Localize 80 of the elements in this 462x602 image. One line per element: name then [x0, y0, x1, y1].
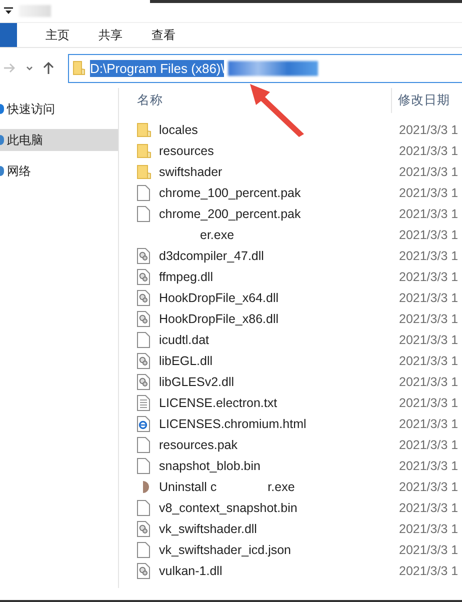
text-file-icon: [137, 394, 150, 410]
file-name[interactable]: HookDropFile_x86.dll: [159, 312, 279, 326]
date-cell: 2021/3/3 1: [399, 416, 458, 430]
file-name[interactable]: er.exe: [200, 228, 234, 242]
file-icon: [137, 206, 150, 222]
file-icon: [137, 458, 150, 474]
date-cell: 2021/3/3 1: [399, 522, 458, 536]
address-bar[interactable]: D:\Program Files (x86)\: [68, 54, 462, 82]
gear-file-icon: [137, 374, 150, 390]
ribbon-tab[interactable]: 查看: [137, 26, 190, 44]
date-cell: 2021/3/3 1: [399, 374, 458, 388]
file-name[interactable]: chrome_200_percent.pak: [159, 206, 301, 220]
file-name[interactable]: swiftshader: [159, 164, 222, 178]
date-cell: 2021/3/3 1: [399, 542, 458, 556]
file-icon: [137, 332, 150, 348]
file-name[interactable]: libGLESv2.dll: [159, 374, 234, 388]
date-cell: 2021/3/3 1: [399, 122, 458, 136]
date-cell: 2021/3/3 1: [399, 206, 458, 220]
folder-icon: [73, 60, 85, 76]
gear-file-icon: [137, 268, 150, 284]
file-icon: [137, 436, 150, 452]
date-cell: 2021/3/3 1: [399, 228, 458, 242]
up-arrow-icon[interactable]: [43, 62, 54, 74]
file-icon: [137, 500, 150, 516]
file-name[interactable]: vk_swiftshader_icd.json: [159, 542, 292, 556]
file-name[interactable]: vulkan-1.dll: [159, 564, 222, 578]
gear-file-icon: [137, 248, 150, 264]
file-name[interactable]: locales: [159, 122, 198, 136]
file-name[interactable]: LICENSES.chromium.html: [159, 416, 306, 430]
file-name[interactable]: ffmpeg.dll: [159, 270, 213, 284]
folder-icon: [137, 122, 151, 138]
sidebar-item[interactable]: 此电脑: [0, 129, 118, 151]
column-header[interactable]: 修改日期: [398, 92, 450, 109]
file-icon: [137, 184, 150, 200]
date-cell: 2021/3/3 1: [399, 248, 458, 262]
date-cell: 2021/3/3 1: [399, 144, 458, 158]
folder-icon: [137, 164, 151, 180]
date-cell: 2021/3/3 1: [399, 480, 458, 494]
file-name[interactable]: icudtl.dat: [159, 332, 210, 346]
date-cell: 2021/3/3 1: [399, 438, 458, 452]
file-name[interactable]: Uninstall c: [159, 480, 217, 494]
ribbon-tab[interactable]: 共享: [84, 26, 137, 44]
date-cell: 2021/3/3 1: [399, 354, 458, 368]
gear-file-icon: [137, 310, 150, 326]
sidebar-item[interactable]: 快速访问: [0, 98, 118, 120]
date-cell: 2021/3/3 1: [399, 500, 458, 514]
file-name[interactable]: resources.pak: [159, 438, 238, 452]
file-name[interactable]: vk_swiftshader.dll: [159, 522, 257, 536]
file-name[interactable]: resources: [159, 144, 214, 158]
file-name[interactable]: chrome_100_percent.pak: [159, 186, 301, 200]
gear-file-icon: [137, 520, 150, 536]
date-cell: 2021/3/3 1: [399, 332, 458, 346]
column-header[interactable]: 名称: [137, 93, 163, 107]
file-name[interactable]: LICENSE.electron.txt: [159, 396, 278, 410]
gear-file-icon: [137, 352, 150, 368]
file-name[interactable]: libEGL.dll: [159, 354, 212, 368]
file-icon: [137, 542, 150, 558]
browser-file-icon: [137, 416, 150, 432]
chevron-down-icon[interactable]: [26, 66, 33, 70]
date-cell: 2021/3/3 1: [399, 186, 458, 200]
file-name[interactable]: snapshot_blob.bin: [159, 458, 260, 472]
date-cell: 2021/3/3 1: [399, 458, 458, 472]
date-cell: 2021/3/3 1: [399, 564, 458, 578]
ribbon-tab[interactable]: 主页: [31, 26, 84, 44]
gear-file-icon: [137, 290, 150, 306]
blurred-region: [19, 5, 51, 17]
gear-file-icon: [137, 562, 150, 578]
date-cell: 2021/3/3 1: [399, 164, 458, 178]
address-path[interactable]: D:\Program Files (x86)\: [90, 60, 224, 76]
date-cell: 2021/3/3 1: [399, 396, 458, 410]
date-cell: 2021/3/3 1: [399, 290, 458, 304]
folder-icon: [137, 142, 151, 158]
date-cell: 2021/3/3 1: [399, 312, 458, 326]
date-cell: 2021/3/3 1: [399, 270, 458, 284]
file-name[interactable]: d3dcompiler_47.dll: [159, 248, 264, 262]
file-name[interactable]: r.exe: [268, 480, 295, 494]
file-name[interactable]: v8_context_snapshot.bin: [159, 500, 298, 514]
file-name[interactable]: HookDropFile_x64.dll: [159, 290, 279, 304]
dropdown-icon[interactable]: [4, 7, 13, 15]
sidebar-item[interactable]: 网络: [0, 160, 118, 182]
